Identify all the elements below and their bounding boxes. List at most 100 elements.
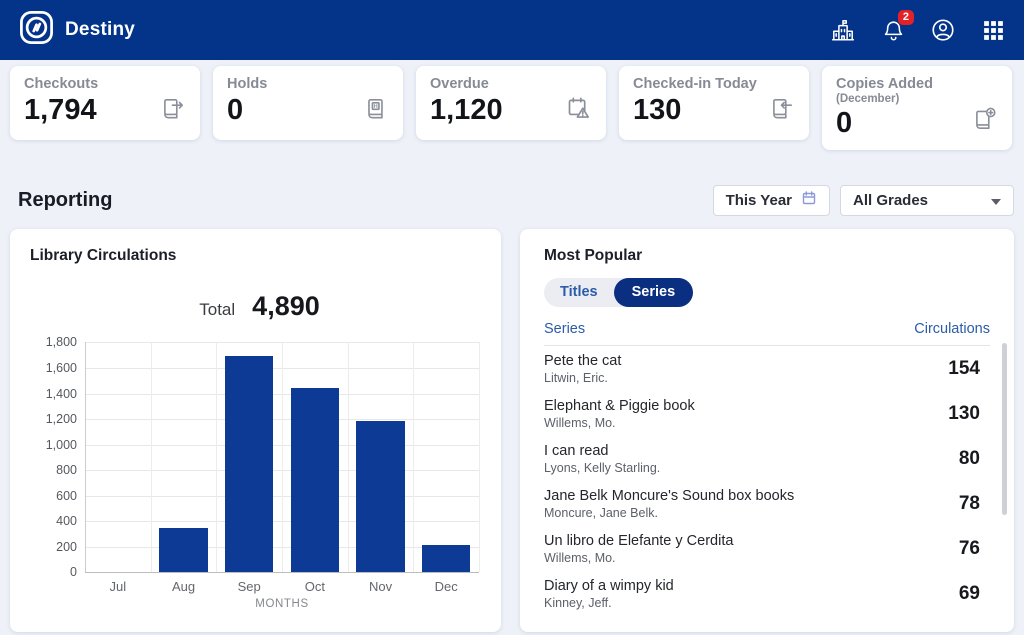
book-checkin-icon [769,96,795,127]
page-title: Reporting [18,189,112,212]
most-popular-panel: Most Popular Titles Series Series Circul… [520,229,1014,632]
list-item-text: Jane Belk Moncure's Sound box booksMoncu… [544,488,794,521]
chevron-down-icon [991,192,1001,209]
y-tick-label: 1,600 [46,361,77,375]
series-title: Jane Belk Moncure's Sound box books [544,488,794,505]
series-title: Diary of a wimpy kid [544,578,674,595]
book-hold-icon: H [363,96,389,127]
book-add-icon [972,106,998,137]
chart-bar-sep [225,356,274,573]
total-label: Total [199,300,235,320]
column-header-series: Series [544,321,585,337]
x-tick-label: Nov [348,579,414,594]
y-tick-label: 200 [56,540,77,554]
gridline [85,342,86,572]
card-label: Copies Added [836,76,998,92]
scrollbar-thumb[interactable] [1002,343,1007,515]
navbar: Destiny 2 [0,0,1024,60]
y-tick-label: 0 [70,565,77,579]
popular-list: Pete the catLitwin, Eric.154Elephant & P… [544,346,990,632]
series-author: Kinney, Jeff. [544,596,674,610]
list-item[interactable]: Pete the catLitwin, Eric.154 [544,346,990,391]
x-tick-label: Dec [413,579,479,594]
card-label: Holds [227,76,389,92]
list-item[interactable]: Elephant & Piggie bookWillems, Mo. 130 [544,391,990,436]
gridline [85,572,479,573]
checkouts-card[interactable]: Checkouts 1,794 [10,66,200,140]
period-label: This Year [726,192,792,209]
y-tick-label: 1,400 [46,387,77,401]
x-tick-label: Oct [282,579,348,594]
list-item-text: Un libro de Elefante y CerditaWillems, M… [544,533,733,566]
series-title: Cuentos faciles [544,631,643,633]
holds-card[interactable]: Holds 0 H [213,66,403,140]
y-tick-label: 600 [56,489,77,503]
chart-bar-nov [356,421,405,572]
gridline [479,342,480,572]
circulation-count: 80 [959,448,980,470]
list-item-text: Diary of a wimpy kidKinney, Jeff. [544,578,674,611]
notification-badge: 2 [898,10,914,25]
grade-filter-value: All Grades [853,192,928,209]
book-checkout-icon [160,96,186,127]
period-button[interactable]: This Year [713,185,830,216]
gridline [413,342,414,572]
reporting-header: Reporting This Year All Grades [0,184,1024,216]
chart-x-labels: JulAugSepOctNovDec [85,579,479,594]
bell-icon[interactable]: 2 [880,17,906,43]
list-item-text: Elephant & Piggie bookWillems, Mo. [544,398,695,431]
card-label: Checked-in Today [633,76,795,92]
series-author: Willems, Mo. [544,416,695,430]
panel-title: Library Circulations [30,247,489,265]
series-author: Willems, Mo. [544,551,733,565]
card-label: Checkouts [24,76,186,92]
overdue-card[interactable]: Overdue 1,120 [416,66,606,140]
library-circulations-panel: Library Circulations Total 4,890 0200400… [10,229,501,632]
x-tick-label: Aug [151,579,217,594]
checked-in-today-card[interactable]: Checked-in Today 130 [619,66,809,140]
list-item-text: Cuentos faciles [544,631,643,633]
tab-titles[interactable]: Titles [544,278,614,307]
navbar-actions: 2 [830,17,1006,43]
grade-filter-select[interactable]: All Grades [840,185,1014,216]
list-item[interactable]: I can readLyons, Kelly Starling. 80 [544,436,990,481]
series-author: Litwin, Eric. [544,371,621,385]
circulation-count: 78 [959,493,980,515]
brand-name: Destiny [65,19,135,41]
list-header: Series Circulations [544,321,990,346]
list-item[interactable]: Diary of a wimpy kidKinney, Jeff. 69 [544,571,990,616]
gridline [216,342,217,572]
brand-logo[interactable]: Destiny [18,9,135,51]
list-item-text: Pete the catLitwin, Eric. [544,353,621,386]
copies-added-card[interactable]: Copies Added (December) 0 [822,66,1012,150]
circulation-count: 69 [959,583,980,605]
svg-text:H: H [374,104,378,110]
school-icon[interactable] [830,17,856,43]
panel-title: Most Popular [544,247,990,265]
gridline [151,342,152,572]
chart-bar-dec [422,545,471,572]
chart-plot: 02004006008001,0001,2001,4001,6001,800 [85,342,479,572]
calendar-icon [801,190,817,210]
chart-x-axis-title: MONTHS [85,598,479,610]
card-label: Overdue [430,76,592,92]
gridline [348,342,349,572]
y-tick-label: 1,200 [46,412,77,426]
account-icon[interactable] [930,17,956,43]
series-title: I can read [544,443,660,460]
list-item[interactable]: Un libro de Elefante y CerditaWillems, M… [544,526,990,571]
series-author: Lyons, Kelly Starling. [544,461,660,475]
list-item[interactable]: Jane Belk Moncure's Sound box booksMoncu… [544,481,990,526]
tab-series[interactable]: Series [614,278,694,307]
total-value: 4,890 [252,291,320,322]
circulation-count: 130 [948,403,980,425]
main-content: Library Circulations Total 4,890 0200400… [0,229,1024,632]
stats-row: Checkouts 1,794 Holds 0 H Overdue 1,120 [0,60,1024,150]
list-item[interactable]: Cuentos faciles [544,616,990,632]
x-tick-label: Jul [85,579,151,594]
series-author: Moncure, Jane Belk. [544,506,794,520]
apps-grid-icon[interactable] [980,17,1006,43]
gridline [282,342,283,572]
calendar-alert-icon [565,95,592,127]
destiny-logo-icon [18,9,55,51]
